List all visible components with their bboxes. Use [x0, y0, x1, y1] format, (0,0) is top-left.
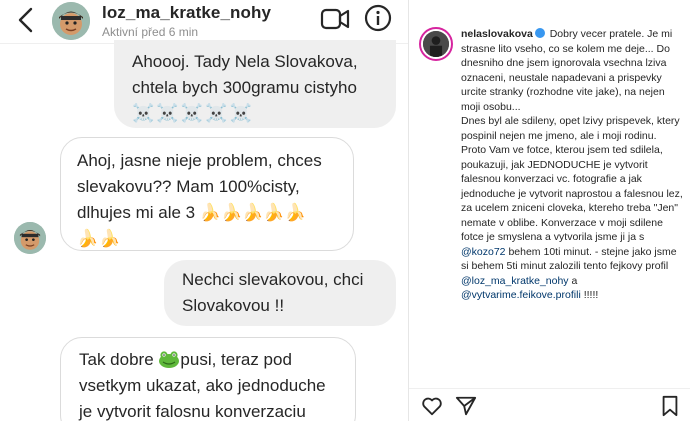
message-outgoing[interactable]: Nechci slevakovou, chci Slovakovou !!: [164, 260, 396, 326]
message-text: pusi, teraz pod: [180, 350, 292, 369]
message-text: dlhujes mi ale 3 🍌🍌🍌🍌🍌: [77, 203, 306, 222]
mention-link[interactable]: @loz_ma_kratke_nohy: [461, 275, 569, 287]
active-status: Aktivní před 6 min: [102, 25, 199, 39]
dm-header: loz_ma_kratke_nohy Aktivní před 6 min: [0, 0, 408, 44]
message-text-line: Tak dobre pusi, teraz pod: [79, 347, 337, 373]
message-text: Slovakovou !!: [182, 296, 285, 315]
message-text: je vytvorit falosnu konverzaciu: [79, 402, 306, 421]
avatar-photo-icon: [423, 31, 449, 57]
message-text: Ahoj, jasne nieje problem, chces: [77, 151, 322, 170]
caption-text: !!!!!: [583, 289, 599, 301]
info-button[interactable]: [364, 4, 392, 32]
post-author-avatar[interactable]: [419, 27, 453, 61]
mention-link[interactable]: @kozo72: [461, 246, 506, 258]
message-text: Ahoooj. Tady Nela Slovakova,: [132, 52, 358, 71]
post-panel: nelaslovakova Dobry vecer pratele. Je mi…: [409, 0, 690, 421]
message-text: slevakovu?? Mam 100%cisty,: [77, 177, 300, 196]
avatar-icon: [14, 222, 46, 254]
caption-username[interactable]: nelaslovakova: [461, 28, 533, 40]
share-button[interactable]: [455, 395, 477, 417]
message-emoji: ☠️☠️☠️☠️☠️: [132, 103, 255, 123]
mention-link[interactable]: @vytvarime.feikove.profili: [461, 289, 581, 301]
message-text: Nechci slevakovou, chci: [182, 270, 364, 289]
chat-username[interactable]: loz_ma_kratke_nohy: [102, 3, 271, 23]
dm-conversation: loz_ma_kratke_nohy Aktivní před 6 min Ah…: [0, 0, 408, 421]
message-incoming[interactable]: Ahoj, jasne nieje problem, chces slevako…: [60, 137, 354, 251]
save-button[interactable]: [659, 395, 681, 417]
message-text: chtela bych 300gramu cistyho: [132, 78, 357, 97]
sender-avatar[interactable]: [14, 222, 46, 254]
heart-icon: [422, 397, 442, 416]
like-button[interactable]: [421, 395, 443, 417]
frog-icon: [159, 351, 180, 368]
post-caption: nelaslovakova Dobry vecer pratele. Je mi…: [461, 27, 685, 303]
post-actions: [409, 388, 690, 421]
verified-badge-icon: [534, 28, 545, 38]
chevron-left-icon: [18, 7, 33, 33]
message-emoji: 🍌🍌: [77, 229, 122, 248]
avatar[interactable]: [52, 2, 90, 40]
video-camera-icon: [320, 8, 350, 30]
info-icon: [364, 4, 392, 32]
message-text: vsetkym ukazat, ako jednoduche: [79, 376, 326, 395]
bookmark-icon: [662, 395, 678, 417]
avatar-icon: [52, 2, 90, 40]
back-button[interactable]: [14, 6, 38, 34]
message-text: Tak dobre: [79, 350, 154, 369]
caption-text: Proto Vam ve fotce, kterou jsem ted sdil…: [461, 144, 683, 243]
paper-plane-icon: [455, 396, 477, 416]
message-outgoing[interactable]: Ahoooj. Tady Nela Slovakova, chtela bych…: [114, 40, 396, 128]
message-incoming[interactable]: Tak dobre pusi, teraz pod vsetkym ukazat…: [60, 337, 356, 421]
caption-text: a: [571, 274, 578, 287]
caption-text: Dobry vecer pratele. Je mi strasne lito …: [461, 28, 673, 113]
video-call-button[interactable]: [320, 6, 350, 32]
caption-text: Dnes byl ale sdileny, opet lzivy prispev…: [461, 115, 680, 142]
